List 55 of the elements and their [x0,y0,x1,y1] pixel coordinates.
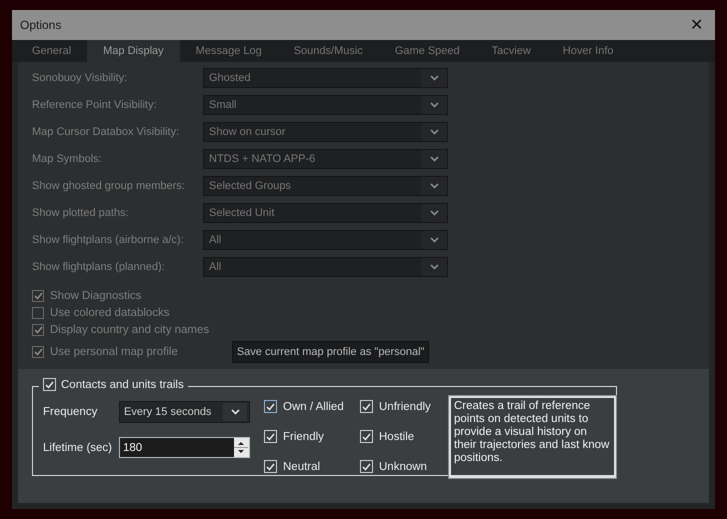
dropdown[interactable]: Show on cursor [203,122,448,142]
checkbox-label: Friendly [283,430,324,442]
setting-label: Show plotted paths: [32,207,130,219]
checkbox[interactable] [264,400,277,413]
checkbox-label: Unfriendly [379,400,431,412]
tab[interactable]: Game Speed [378,40,476,62]
dropdown[interactable]: All [203,230,448,250]
checkbox-label: Own / Allied [283,400,344,412]
setting-label: Map Symbols: [32,153,103,165]
checkbox[interactable] [32,324,44,336]
lifetime-label: Lifetime (sec) [43,442,114,454]
chevron-down-icon [230,409,240,415]
chevron-down-icon [430,129,438,135]
dropdown[interactable]: Ghosted [203,68,448,88]
frequency-label: Frequency [43,406,98,418]
setting-label: Show ghosted group members: [32,180,186,192]
setting-label: Show flightplans (planned): [32,261,166,273]
window-title: Options [20,18,62,32]
checkbox-label: Hostile [379,430,414,442]
chevron-down-icon [430,75,438,81]
save-profile-button[interactable]: Save current map profile as "personal" [232,341,430,363]
chevron-down-icon [430,210,438,216]
tab[interactable]: Map Display [87,40,180,62]
tab[interactable]: Tacview [476,40,547,62]
tab[interactable]: Message Log [180,40,278,62]
chevron-down-icon [430,237,438,243]
dropdown[interactable]: Selected Unit [203,203,448,223]
dropdown[interactable]: Small [203,95,448,115]
description-text: Creates a trail of reference points on detected units to provide a visual history on their trajectories and last know positions. [449,396,616,478]
setting-label: Map Cursor Databox Visibility: [32,126,180,138]
tab[interactable]: Hover Info [546,40,630,62]
checkbox[interactable] [32,346,44,358]
checkbox[interactable] [32,307,44,319]
chevron-down-icon [430,183,438,189]
checkbox[interactable] [32,290,44,302]
checkbox-label: Unknown [379,460,427,472]
setting-label: Reference Point Visibility: [32,99,158,111]
close-button[interactable]: ✕ [686,15,707,35]
dropdown[interactable]: Selected Groups [203,176,448,196]
setting-label: Sonobuoy Visibility: [32,72,128,84]
frequency-dropdown[interactable]: Every 15 seconds [119,401,250,423]
dropdown[interactable]: NTDS + NATO APP-6 [203,149,448,169]
tab[interactable]: Sounds/Music [278,40,379,62]
group-label: Contacts and units trails [61,378,184,390]
checkbox-label: Display country and city names [50,324,210,336]
checkbox-label: Neutral [283,460,320,472]
checkbox-label: Use personal map profile [50,346,178,358]
setting-label: Show flightplans (airborne a/c): [32,234,185,246]
chevron-down-icon [430,102,438,108]
tab[interactable]: General [16,40,88,62]
dropdown[interactable]: All [203,257,448,277]
chevron-down-icon [430,264,438,270]
chevron-down-icon [430,156,438,162]
checkbox-label: Use colored datablocks [50,307,170,319]
checkbox-label: Show Diagnostics [50,290,142,302]
